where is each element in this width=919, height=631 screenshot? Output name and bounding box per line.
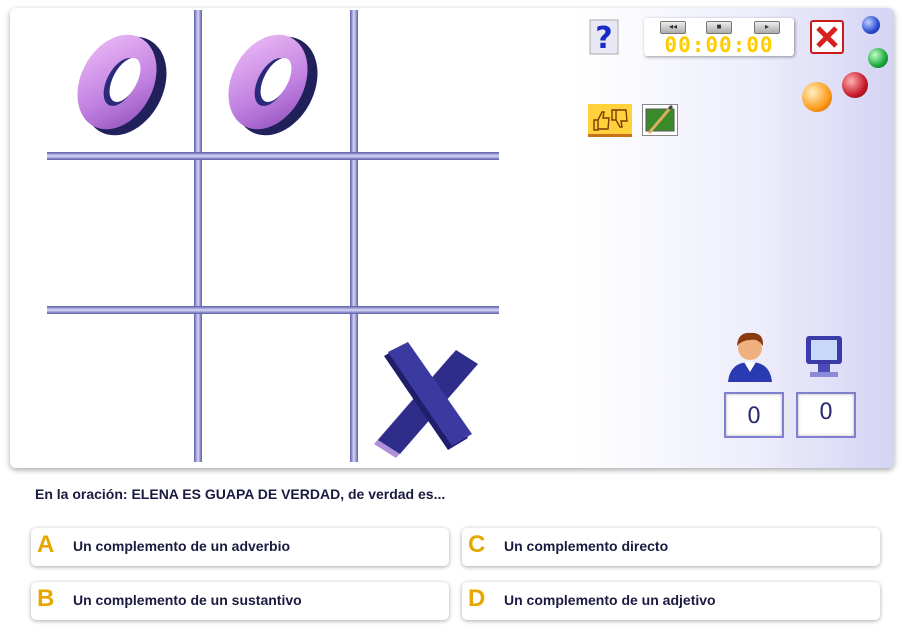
x-mark-icon — [374, 342, 478, 458]
person-icon — [728, 332, 772, 382]
green-ball-button[interactable] — [868, 48, 888, 68]
answer-label: Un complemento de un adverbio — [73, 538, 291, 554]
close-icon — [816, 26, 838, 48]
draw-button[interactable] — [642, 104, 678, 136]
timer-display: 00:00:00 — [664, 33, 774, 57]
player-avatar — [724, 328, 776, 382]
computer-icon — [806, 336, 842, 377]
answer-letter: A — [37, 531, 55, 558]
red-ball-button[interactable] — [842, 72, 868, 98]
control-panel: ? ◂◂ ■ ▸ 00:00:00 0 0 — [578, 8, 894, 468]
answer-option-c[interactable]: C Un complemento directo — [462, 528, 880, 566]
thumbs-up-down-icon — [593, 109, 628, 131]
answer-option-b[interactable]: B Un complemento de un sustantivo — [31, 582, 449, 620]
answer-label: Un complemento de un adjetivo — [504, 592, 716, 608]
question-text: En la oración: ELENA ES GUAPA DE VERDAD,… — [35, 486, 446, 502]
cell-8[interactable] — [200, 314, 350, 464]
o-mark-icon — [77, 34, 167, 136]
tic-tac-toe-board — [10, 8, 578, 468]
answer-option-d[interactable]: D Un complemento de un adjetivo — [462, 582, 880, 620]
computer-avatar — [798, 328, 850, 382]
cell-3[interactable] — [358, 8, 508, 158]
cell-2[interactable] — [200, 8, 350, 158]
game-card: ? ◂◂ ■ ▸ 00:00:00 0 0 — [10, 8, 894, 468]
answer-letter: C — [468, 531, 486, 558]
cell-7[interactable] — [47, 314, 197, 464]
pencil-board-icon — [645, 104, 675, 134]
player-score: 0 — [724, 392, 784, 438]
timer: ◂◂ ■ ▸ 00:00:00 — [644, 18, 794, 57]
answer-letter: D — [468, 585, 486, 612]
cell-5[interactable] — [200, 160, 350, 310]
answer-label: Un complemento de un sustantivo — [73, 592, 302, 608]
help-button[interactable]: ? — [588, 16, 620, 56]
answer-option-a[interactable]: A Un complemento de un adverbio — [31, 528, 449, 566]
cell-1[interactable] — [47, 8, 197, 158]
blue-ball-button[interactable] — [862, 16, 880, 34]
grid-line-vertical-2 — [350, 10, 358, 462]
cell-6[interactable] — [358, 160, 508, 310]
orange-ball-button[interactable] — [802, 82, 832, 112]
answer-label: Un complemento directo — [504, 538, 669, 554]
thumbs-button[interactable] — [588, 104, 632, 137]
computer-score: 0 — [796, 392, 856, 438]
answer-letter: B — [37, 585, 55, 612]
svg-text:?: ? — [595, 21, 612, 56]
cell-4[interactable] — [47, 160, 197, 310]
o-mark-icon — [228, 34, 318, 136]
help-icon: ? — [589, 19, 619, 56]
close-button[interactable] — [810, 20, 844, 54]
cell-9[interactable] — [358, 314, 508, 464]
